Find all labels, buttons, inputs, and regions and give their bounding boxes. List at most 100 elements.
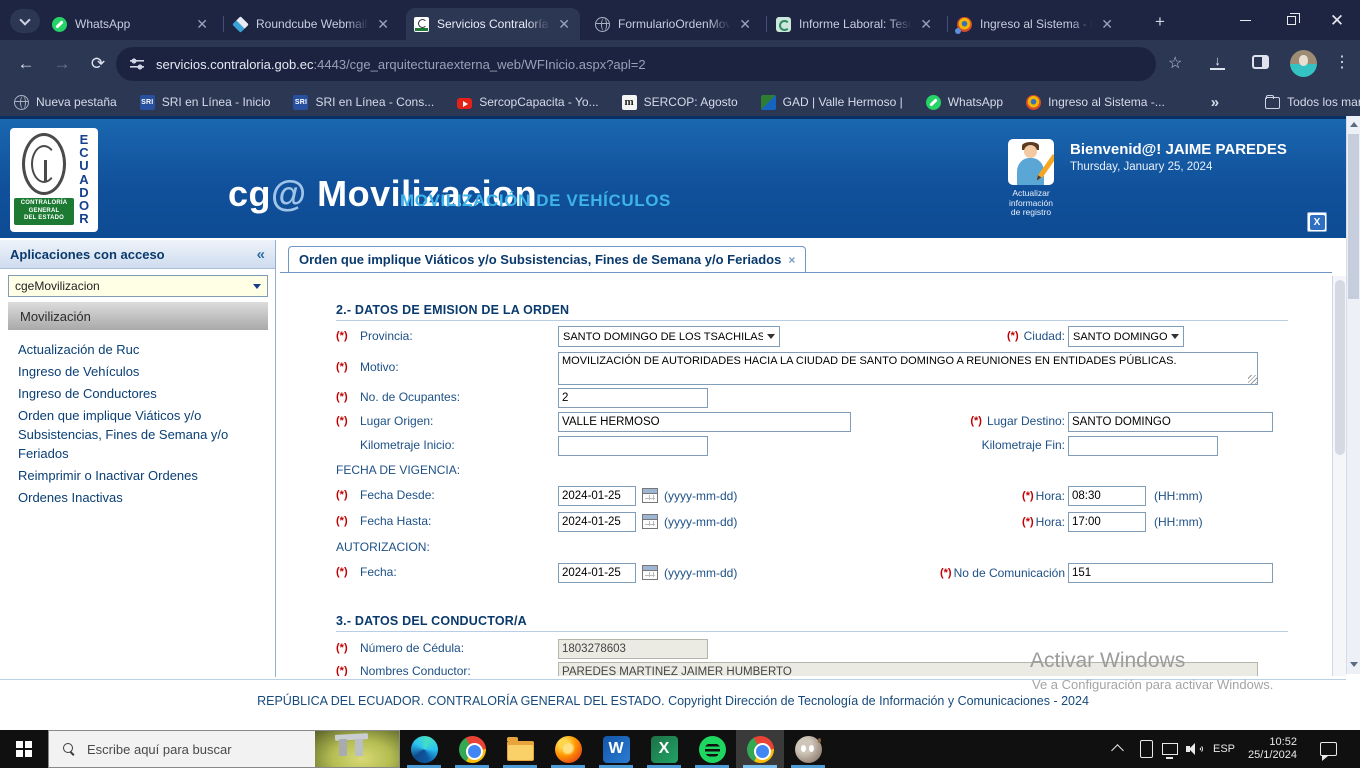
tray-network[interactable] [1162,730,1178,768]
hora-desde-input[interactable] [1068,486,1146,506]
tab-formulario-orden[interactable]: FormularioOrdenMov ✕ [587,8,761,40]
sidebar-item-orden-viaticos[interactable]: Orden que implique Viáticos y/o Subsiste… [18,406,266,463]
minimize-button[interactable] [1222,0,1268,40]
bookmark-star-icon[interactable]: ☆ [1168,53,1182,73]
download-icon[interactable]: ↓ [1210,54,1225,70]
tab-close-icon[interactable]: ✕ [556,17,572,31]
page-scrollbar[interactable] [1346,116,1360,674]
forward-button[interactable]: → [50,52,74,76]
sidebar-item-actualizacion-ruc[interactable]: Actualización de Ruc [18,340,266,359]
action-center-button[interactable] [1320,730,1337,768]
km-inicio-input[interactable] [558,436,708,456]
close-window-button[interactable]: ✕ [1314,0,1360,40]
address-bar[interactable]: servicios.contraloria.gob.ec:4443/cge_ar… [116,47,1156,81]
scrollbar-thumb[interactable] [1348,134,1359,299]
calendar-icon[interactable] [642,565,658,580]
km-fin-input[interactable] [1068,436,1218,456]
scroll-down-button[interactable] [1347,656,1360,672]
tab-close-icon[interactable]: ✕ [194,17,210,31]
start-button[interactable] [0,730,48,768]
cedula-label-row: (*) Número de Cédula: [336,641,464,655]
bookmark-sercopcapacita[interactable]: SercopCapacita - Yo... [457,95,599,109]
sidebar-item-ingreso-conductores[interactable]: Ingreso de Conductores [18,384,266,403]
taskbar-spotify[interactable] [688,730,736,768]
tray-language[interactable]: ESP [1213,730,1235,768]
hora-hasta-label-row: (*) Hora: [840,515,1065,529]
update-profile-avatar[interactable] [1008,139,1054,185]
bookmarks-overflow-button[interactable]: » [1211,94,1219,111]
motivo-textarea[interactable]: MOVILIZACIÓN DE AUTORIDADES HACIA LA CIU… [558,352,1258,385]
tab-search-button[interactable] [10,9,40,33]
calendar-icon[interactable] [642,488,658,503]
bookmark-sri-consultas[interactable]: SRI SRI en Línea - Cons... [293,94,434,110]
fecha-hasta-label-row: (*) Fecha Hasta: [336,514,431,528]
sidebar-item-ingreso-vehiculos[interactable]: Ingreso de Vehículos [18,362,266,381]
lugar-origen-input[interactable] [558,412,851,432]
taskbar-search[interactable]: Escribe aquí para buscar [48,730,400,768]
content-scrollbar[interactable] [1332,276,1346,676]
sidebar-menu: Actualización de Ruc Ingreso de Vehículo… [18,340,266,510]
resize-grip[interactable] [1248,375,1257,384]
tune-icon[interactable] [130,58,144,70]
taskbar-chrome[interactable] [448,730,496,768]
tray-clock[interactable]: 10:52 25/1/2024 [1248,730,1297,768]
tab-whatsapp[interactable]: WhatsApp ✕ [44,8,218,40]
search-highlight-image[interactable] [315,731,399,767]
new-tab-button[interactable]: + [1148,10,1172,34]
bookmark-gad-valle-hermoso[interactable]: GAD | Valle Hermoso | [760,94,903,110]
content-tab[interactable]: Orden que implique Viáticos y/o Subsiste… [288,246,807,273]
no-comunicacion-input[interactable] [1068,563,1273,583]
ocupantes-input[interactable] [558,388,708,408]
reload-button[interactable]: ⟳ [86,52,110,76]
lugar-destino-input[interactable] [1068,412,1273,432]
bookmark-nueva-pestana[interactable]: Nueva pestaña [14,94,117,110]
side-panel-icon[interactable] [1252,55,1269,69]
avatar-caption[interactable]: Actualizar información de registro [994,188,1068,218]
taskbar-gimp[interactable] [784,730,832,768]
taskbar-file-explorer[interactable] [496,730,544,768]
collapse-sidebar-icon[interactable]: « [257,246,265,263]
provincia-select[interactable]: SANTO DOMINGO DE LOS TSACHILAS [558,326,780,347]
fecha-hasta-input[interactable] [558,512,636,532]
tray-device[interactable] [1140,730,1153,768]
restore-button[interactable] [1268,0,1314,40]
bookmark-whatsapp[interactable]: WhatsApp [925,94,1003,110]
scrollbar-thumb[interactable] [1335,280,1345,455]
menu-dots-icon[interactable]: ⋮ [1334,52,1350,72]
bookmark-sri-inicio[interactable]: SRI SRI en Línea - Inicio [139,94,270,110]
tab-close-icon[interactable]: ✕ [1099,17,1115,31]
required-mark: (*) [336,665,348,676]
tab-roundcube[interactable]: Roundcube Webmail ✕ [223,8,399,40]
tab-title: Servicios Contraloría [437,17,549,31]
bookmark-sercop-agosto[interactable]: m SERCOP: Agosto [621,94,738,110]
taskbar-chrome-active[interactable] [736,730,784,768]
logout-close-button[interactable]: X [1307,212,1327,232]
application-select[interactable]: cgeMovilizacion [8,275,268,297]
fecha-autorizacion-input[interactable] [558,563,636,583]
taskbar-edge[interactable] [400,730,448,768]
fecha-desde-input[interactable] [558,486,636,506]
tab-informe-laboral[interactable]: Informe Laboral: Teso ✕ [766,8,942,40]
fecha-desde-label: Fecha Desde: [360,488,435,502]
back-button[interactable]: ← [14,52,38,76]
bookmark-ingreso-sistema[interactable]: Ingreso al Sistema -... [1026,94,1165,110]
tray-volume[interactable] [1186,730,1204,768]
sidebar-item-ordenes-inactivas[interactable]: Ordenes Inactivas [18,488,266,507]
taskbar-firefox[interactable] [544,730,592,768]
tray-show-hidden[interactable] [1111,730,1124,768]
taskbar-excel[interactable] [640,730,688,768]
taskbar-word[interactable] [592,730,640,768]
tab-close-icon[interactable]: ✕ [918,17,934,31]
tab-close-icon[interactable]: ✕ [737,17,753,31]
scroll-up-button[interactable] [1347,116,1360,132]
hora-hasta-input[interactable] [1068,512,1146,532]
content-tab-close-icon[interactable]: × [788,253,795,267]
tab-servicios-contraloria-active[interactable]: Servicios Contraloría ✕ [406,8,580,40]
all-bookmarks-button[interactable]: Todos los marcadores [1265,95,1360,109]
tab-ingreso-sistema[interactable]: Ingreso al Sistema - C ✕ [947,8,1123,40]
calendar-icon[interactable] [642,514,658,529]
sidebar-item-reimprimir-inactivar[interactable]: Reimprimir o Inactivar Ordenes [18,466,266,485]
tab-close-icon[interactable]: ✕ [375,17,391,31]
profile-avatar[interactable] [1290,50,1317,77]
ciudad-select[interactable]: SANTO DOMINGO [1068,326,1184,347]
